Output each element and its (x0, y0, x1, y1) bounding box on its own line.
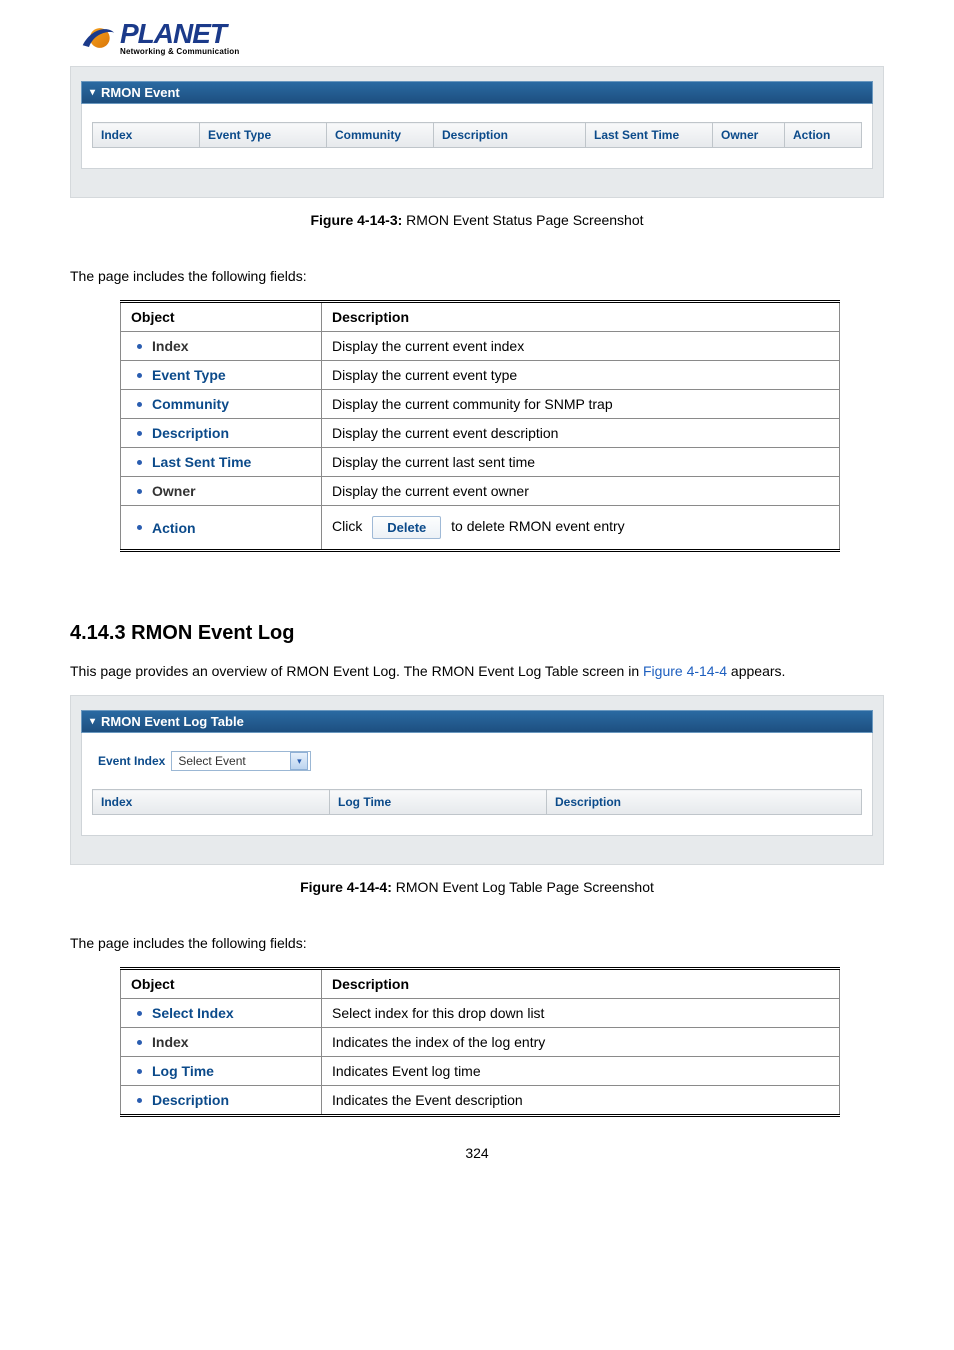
table-row: Description Display the current event des… (121, 419, 840, 448)
col-log-time: Log Time (330, 790, 547, 815)
figure-label: Figure 4-14-3: (310, 212, 402, 228)
col-index: Index (93, 123, 200, 148)
rmon-event-log-panel: ▾ RMON Event Log Table Event Index Selec… (70, 695, 884, 865)
section-intro: This page provides an overview of RMON E… (70, 663, 884, 679)
object-label: Community (152, 396, 229, 412)
bullet-icon (137, 489, 142, 494)
chevron-down-icon: ▾ (290, 752, 308, 770)
object-label: Log Time (152, 1063, 214, 1079)
table-row: Select Index Select index for this drop d… (121, 999, 840, 1028)
panel-title-bar[interactable]: ▾ RMON Event Log Table (81, 710, 873, 733)
th-object: Object (121, 969, 322, 999)
table-row: Event Type Display the current event type (121, 361, 840, 390)
bullet-icon (137, 344, 142, 349)
panel-title: RMON Event Log Table (101, 714, 244, 729)
caret-down-icon: ▾ (90, 88, 95, 98)
table-row: Community Display the current community f… (121, 390, 840, 419)
col-last-sent-time: Last Sent Time (586, 123, 713, 148)
object-label: Action (152, 520, 196, 536)
fields-table-1: Object Description Index Display the curr… (120, 300, 840, 552)
object-description: Indicates Event log time (322, 1057, 840, 1086)
bullet-icon (137, 460, 142, 465)
table-row: Last Sent Time Display the current last s… (121, 448, 840, 477)
object-label: Description (152, 1092, 229, 1108)
table-row: Action Click Delete to delete RMON event … (121, 506, 840, 551)
figure-text: RMON Event Log Table Page Screenshot (396, 879, 654, 895)
fields-table-2: Object Description Select Index Select in… (120, 967, 840, 1117)
event-index-select[interactable]: Select Event ▾ (171, 751, 311, 771)
figure-caption-1: Figure 4-14-3: RMON Event Status Page Sc… (70, 212, 884, 228)
object-description: Indicates the index of the log entry (322, 1028, 840, 1057)
col-owner: Owner (713, 123, 785, 148)
figure-text: RMON Event Status Page Screenshot (406, 212, 643, 228)
object-label: Select Index (152, 1005, 234, 1021)
table-row: Log Time Indicates Event log time (121, 1057, 840, 1086)
bullet-icon (137, 1069, 142, 1074)
intro-text-1: The page includes the following fields: (70, 268, 884, 284)
object-description: Click Delete to delete RMON event entry (322, 506, 840, 551)
object-label: Owner (152, 483, 196, 499)
panel-title: RMON Event (101, 85, 180, 100)
bullet-icon (137, 373, 142, 378)
bullet-icon (137, 1011, 142, 1016)
th-description: Description (322, 302, 840, 332)
figure-link[interactable]: Figure 4-14-4 (643, 663, 727, 679)
col-index: Index (93, 790, 330, 815)
table-row: Description Indicates the Event descripti… (121, 1086, 840, 1116)
col-event-type: Event Type (200, 123, 327, 148)
object-label: Index (152, 1034, 189, 1050)
select-value: Select Event (178, 754, 245, 768)
delete-button[interactable]: Delete (372, 516, 441, 539)
globe-icon (80, 20, 116, 56)
object-description: Display the current event owner (322, 477, 840, 506)
object-label: Index (152, 338, 189, 354)
object-description: Display the current event description (322, 419, 840, 448)
bullet-icon (137, 1040, 142, 1045)
object-description: Indicates the Event description (322, 1086, 840, 1116)
table-row: Index Indicates the index of the log entr… (121, 1028, 840, 1057)
logo-subtitle: Networking & Communication (120, 48, 239, 56)
logo-title: PLANET (120, 20, 239, 48)
bullet-icon (137, 402, 142, 407)
object-description: Display the current last sent time (322, 448, 840, 477)
table-row: Index Display the current event index (121, 332, 840, 361)
section-heading: 4.14.3 RMON Event Log (70, 622, 884, 645)
bullet-icon (137, 431, 142, 436)
page-number: 324 (70, 1145, 884, 1161)
figure-label: Figure 4-14-4: (300, 879, 392, 895)
th-description: Description (322, 969, 840, 999)
object-description: Select index for this drop down list (322, 999, 840, 1028)
bullet-icon (137, 1098, 142, 1103)
object-description: Display the current community for SNMP t… (322, 390, 840, 419)
col-description: Description (547, 790, 862, 815)
object-label: Last Sent Time (152, 454, 251, 470)
brand-logo: PLANET Networking & Communication (80, 20, 884, 56)
object-description: Display the current event type (322, 361, 840, 390)
th-object: Object (121, 302, 322, 332)
col-action: Action (785, 123, 862, 148)
rmon-event-log-table: Index Log Time Description (92, 789, 862, 815)
table-row: Owner Display the current event owner (121, 477, 840, 506)
intro-text-2: The page includes the following fields: (70, 935, 884, 951)
rmon-event-table: Index Event Type Community Description L… (92, 122, 862, 148)
event-index-label: Event Index (98, 754, 165, 768)
col-description: Description (434, 123, 586, 148)
object-description: Display the current event index (322, 332, 840, 361)
col-community: Community (327, 123, 434, 148)
caret-down-icon: ▾ (90, 717, 95, 727)
panel-title-bar[interactable]: ▾ RMON Event (81, 81, 873, 104)
object-label: Description (152, 425, 229, 441)
figure-caption-2: Figure 4-14-4: RMON Event Log Table Page… (70, 879, 884, 895)
object-label: Event Type (152, 367, 226, 383)
rmon-event-panel: ▾ RMON Event Index Event Type Community … (70, 66, 884, 198)
bullet-icon (137, 525, 142, 530)
